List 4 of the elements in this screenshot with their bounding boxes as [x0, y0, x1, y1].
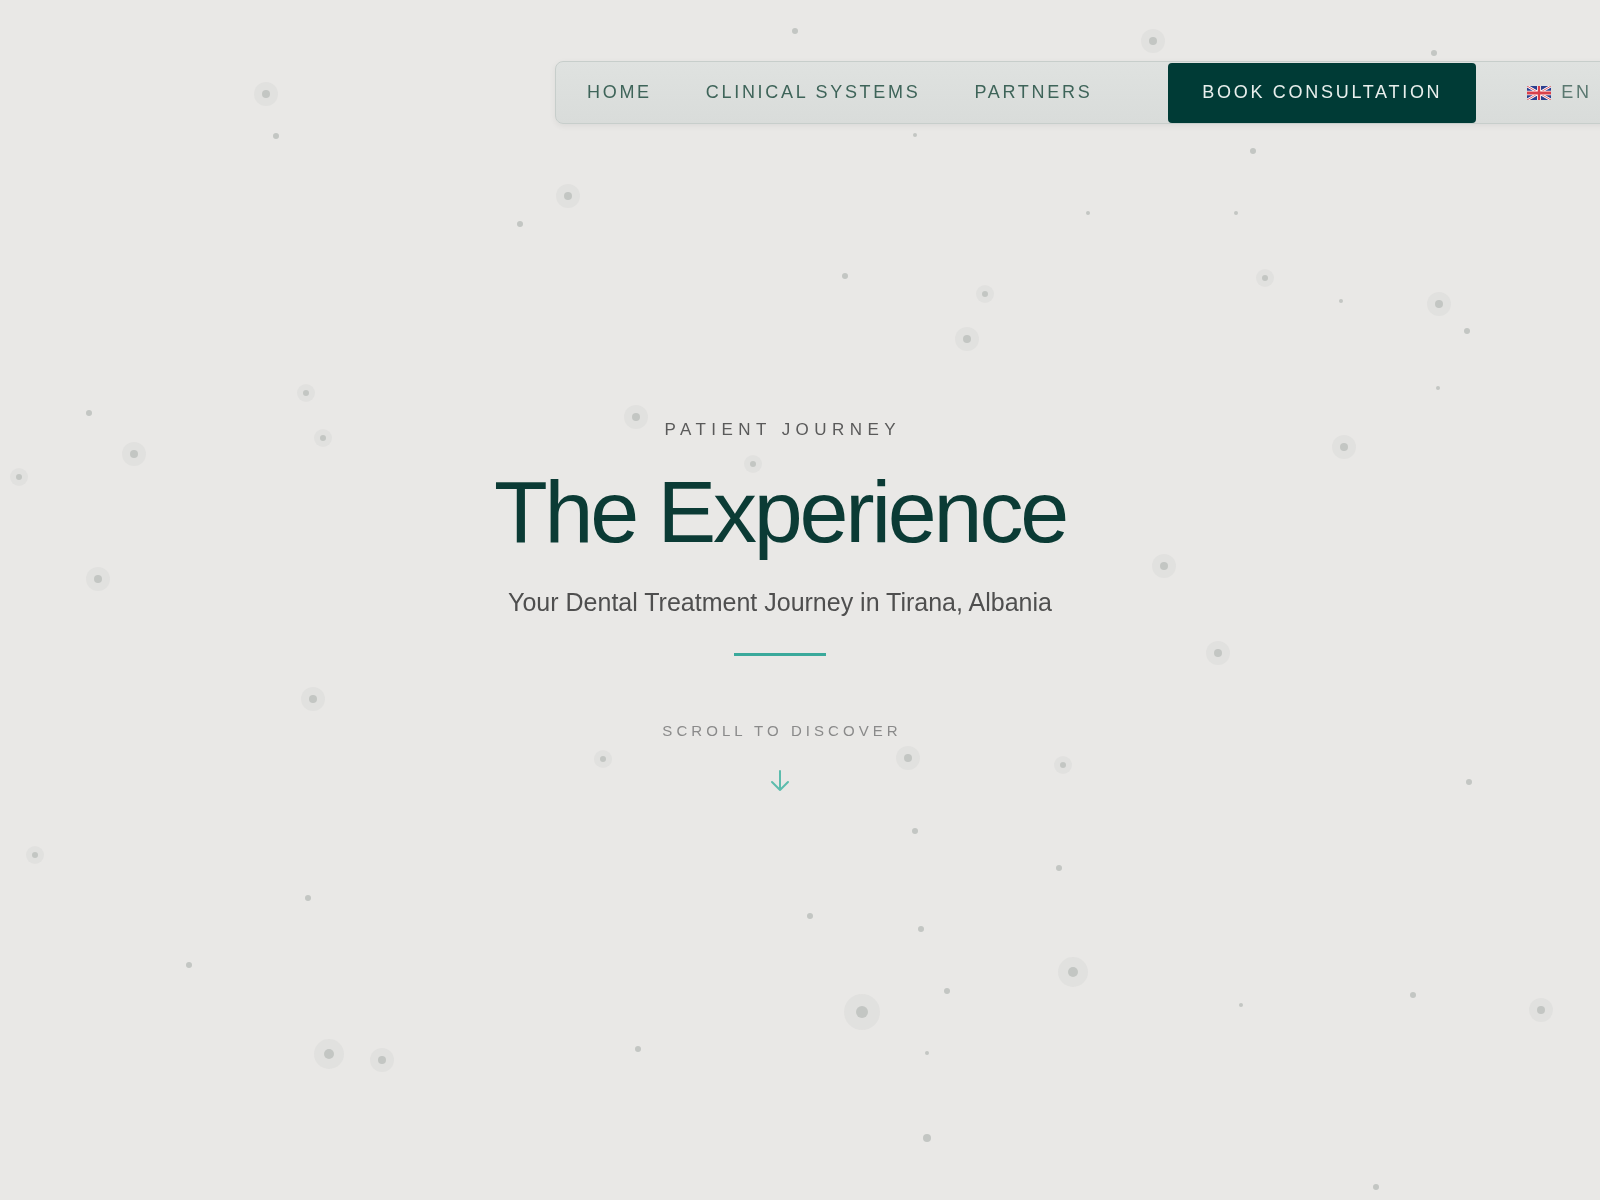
hero-subtitle: Your Dental Treatment Journey in Tirana, Albania — [508, 586, 1052, 618]
scroll-hint: SCROLL TO DISCOVER — [661, 721, 902, 740]
hero-title: The Experience — [494, 464, 1066, 561]
section-eyebrow: PATIENT JOURNEY — [663, 420, 901, 440]
